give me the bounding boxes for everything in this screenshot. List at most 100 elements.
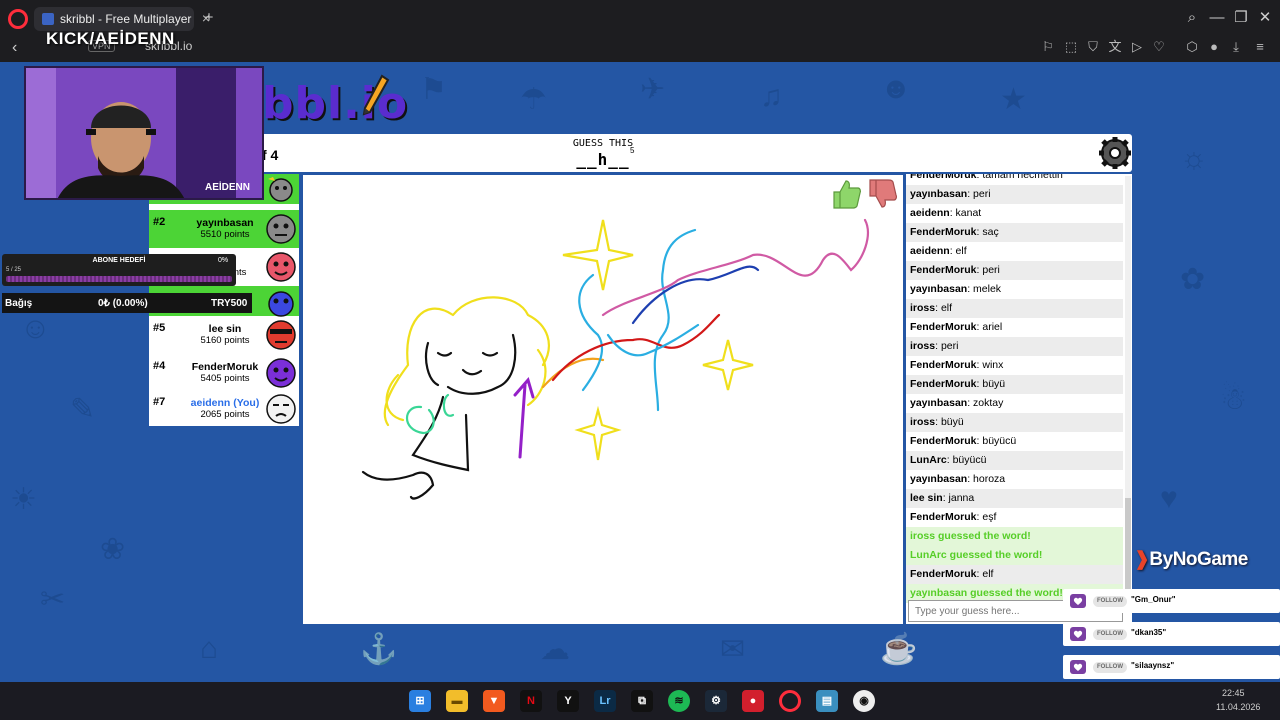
chat-message-text: melek bbox=[973, 283, 1002, 295]
player-avatar-icon bbox=[265, 319, 297, 356]
netflix-icon[interactable]: N bbox=[520, 690, 542, 712]
drawing-canvas[interactable] bbox=[303, 175, 903, 624]
chat-message-text: zoktay bbox=[973, 397, 1004, 409]
heart-icon[interactable]: ♡ bbox=[1151, 39, 1167, 55]
kick-channel-brand: KICK/AEİDENN bbox=[46, 29, 175, 48]
yandex-icon[interactable]: Y bbox=[557, 690, 579, 712]
search-icon[interactable]: ⌕ bbox=[1183, 9, 1201, 27]
player-row[interactable]: #5 lee sin 5160 points bbox=[149, 316, 299, 354]
bookmark-icon[interactable]: ⚐ bbox=[1040, 39, 1056, 55]
player-rank: #7 bbox=[153, 396, 166, 408]
player-points: 2065 points bbox=[200, 409, 250, 420]
settings-gear-icon[interactable] bbox=[1098, 136, 1132, 170]
chat-username: FenderMoruk bbox=[910, 378, 977, 390]
opera-icon[interactable] bbox=[779, 690, 801, 712]
browser-tab[interactable]: skribbl - Free Multiplayer bbox=[34, 7, 194, 31]
chat-message-text: peri bbox=[982, 264, 1000, 276]
chat-message-text: elf bbox=[940, 302, 953, 314]
opera-logo-icon[interactable] bbox=[8, 9, 28, 29]
heart-icon bbox=[1070, 594, 1086, 613]
chat-message: FenderMoruk: elf bbox=[906, 565, 1123, 584]
chat-message-text: büyücü bbox=[952, 454, 987, 466]
chat-message-text: tamam necmettin bbox=[982, 174, 1063, 181]
chat-username: aeidenn bbox=[910, 245, 950, 257]
back-icon[interactable]: ‹ bbox=[12, 40, 17, 56]
chat-message-text: eşf bbox=[982, 511, 997, 523]
player-name: lee sin bbox=[208, 323, 242, 335]
webcam-name-label: AEİDENN bbox=[205, 182, 251, 193]
follow-alert: FOLLOW "silaaynsz" bbox=[1063, 655, 1280, 679]
capcut-icon[interactable]: ⧉ bbox=[631, 690, 653, 712]
chat-message: iross: büyü bbox=[906, 413, 1123, 432]
chat-username: iross bbox=[910, 340, 936, 352]
chat-message-text: elf bbox=[955, 245, 967, 257]
chat-username: FenderMoruk bbox=[910, 435, 977, 447]
heart-icon bbox=[1070, 627, 1086, 646]
drawing-strokes bbox=[361, 218, 869, 500]
chat-message: FenderMoruk: büyücü bbox=[910, 435, 1017, 447]
goal-title: ABONE HEDEFİ bbox=[92, 257, 146, 264]
player-points: 5405 points bbox=[200, 373, 250, 384]
chat-message: iross: peri bbox=[906, 337, 1123, 356]
chat-message: FenderMoruk: ariel bbox=[910, 321, 1003, 333]
record-icon[interactable]: ● bbox=[742, 690, 764, 712]
github-icon[interactable]: ◉ bbox=[853, 690, 875, 712]
player-avatar-icon bbox=[265, 251, 297, 288]
translate-icon[interactable]: 文 bbox=[1107, 39, 1123, 55]
menu-icon[interactable]: ≡ bbox=[1252, 39, 1268, 55]
chat-message-text: ariel bbox=[982, 321, 1003, 333]
chat-message: aeidenn: elf bbox=[910, 245, 967, 257]
word-length: 5 bbox=[630, 146, 635, 155]
profile-icon[interactable]: ● bbox=[1206, 39, 1222, 55]
follow-alert: FOLLOW "Gm_Onur" bbox=[1063, 589, 1280, 613]
follow-tag: FOLLOW bbox=[1093, 629, 1127, 640]
follow-tag: FOLLOW bbox=[1093, 662, 1127, 673]
download-icon[interactable]: ⤓ bbox=[1228, 39, 1244, 55]
chat-username: FenderMoruk bbox=[910, 359, 977, 371]
player-row[interactable]: #2 yayınbasan 5510 points bbox=[149, 210, 299, 248]
chat-scrollbar-thumb[interactable] bbox=[1125, 498, 1131, 594]
minimize-icon[interactable]: — bbox=[1208, 9, 1226, 27]
thumbs-down-icon[interactable] bbox=[866, 178, 898, 210]
pencil-icon bbox=[360, 74, 390, 118]
chat-message: yayınbasan: horoza bbox=[910, 473, 1006, 485]
chat-message: yayınbasan: zoktay bbox=[910, 397, 1004, 409]
player-rank: #5 bbox=[153, 322, 166, 334]
steam-icon[interactable]: ⚙ bbox=[705, 690, 727, 712]
terminal-icon[interactable]: ▤ bbox=[816, 690, 838, 712]
close-icon[interactable]: ✕ bbox=[1256, 9, 1274, 27]
sponsor-logo: ❱ByNoGame bbox=[1134, 549, 1248, 570]
snapshot-icon[interactable]: ⬚ bbox=[1063, 39, 1079, 55]
chat-message-text: büyü bbox=[940, 416, 964, 428]
windows-start-icon[interactable]: ⊞ bbox=[409, 690, 431, 712]
player-row-self[interactable]: #7 aeidenn (You) 2065 points bbox=[149, 390, 299, 428]
follower-name: "Gm_Onur" bbox=[1131, 595, 1176, 604]
chat-message: FenderMoruk: büyü bbox=[906, 375, 1123, 394]
chat-username: lee sin bbox=[910, 492, 943, 504]
play-icon[interactable]: ▷ bbox=[1129, 39, 1145, 55]
chat-username: FenderMoruk bbox=[910, 568, 977, 580]
player-points: 5160 points bbox=[200, 335, 250, 346]
player-name: aeidenn (You) bbox=[190, 397, 260, 409]
donation-target: TRY500 bbox=[211, 298, 248, 309]
spotify-icon[interactable]: ≋ bbox=[668, 690, 690, 712]
lightroom-icon[interactable]: Lr bbox=[594, 690, 616, 712]
brave-icon[interactable]: ▼ bbox=[483, 690, 505, 712]
chat-message: FenderMoruk: saç bbox=[906, 223, 1123, 242]
file-explorer-icon[interactable]: ▬ bbox=[446, 690, 468, 712]
player-name: yayınbasan bbox=[196, 217, 254, 229]
skribbl-favicon-icon bbox=[42, 13, 54, 25]
maximize-icon[interactable]: ❐ bbox=[1232, 9, 1250, 27]
thumbs-up-icon[interactable] bbox=[830, 178, 862, 210]
chat-message-text: yayınbasan guessed the word! bbox=[910, 587, 1063, 599]
extensions-icon[interactable]: ⬡ bbox=[1184, 39, 1200, 55]
chat-message-text: saç bbox=[982, 226, 999, 238]
player-rank: #4 bbox=[153, 360, 166, 372]
new-tab-button[interactable]: + bbox=[200, 9, 218, 27]
chat-message: FenderMoruk: eşf bbox=[910, 511, 997, 523]
player-row[interactable]: #4 FenderMoruk 5405 points bbox=[149, 354, 299, 392]
chat-username: FenderMoruk bbox=[910, 321, 977, 333]
goal-progress-bar bbox=[6, 276, 232, 282]
shield-icon[interactable]: ⛉ bbox=[1085, 39, 1101, 55]
streamer-webcam bbox=[24, 66, 264, 200]
